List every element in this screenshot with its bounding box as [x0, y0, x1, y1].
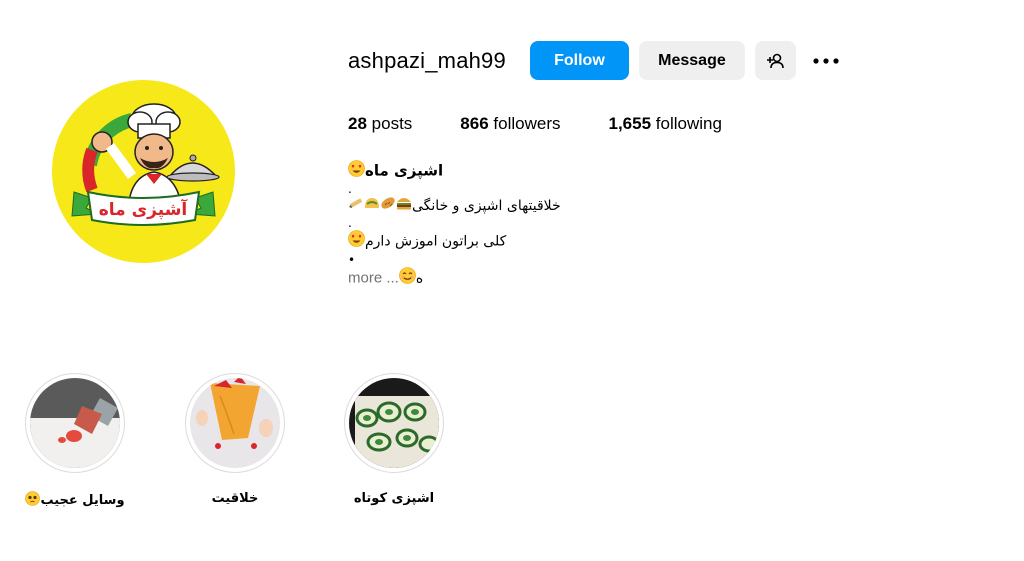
highlight-weird-tools[interactable]: وسایل عجیب	[25, 373, 125, 510]
bio-separator-3: •	[348, 253, 356, 267]
highlight-label: خلاقیت	[211, 491, 259, 506]
add-user-icon	[767, 53, 785, 68]
posts-count: 28	[348, 114, 367, 133]
bread-emoji-icon	[380, 196, 396, 216]
bio-line-2-text: کلی براتون اموزش دارم	[365, 233, 507, 250]
profile-avatar[interactable]: آشپزی ماه	[52, 80, 235, 263]
follow-button[interactable]: Follow	[529, 41, 629, 80]
more-options-button[interactable]	[812, 41, 840, 80]
taco-emoji-icon	[364, 196, 380, 216]
highlight-ring[interactable]	[185, 373, 285, 473]
profile-bio: اشپزی ماه . خلاقیتهای اشپزی و خانگی . کل…	[348, 160, 618, 290]
chef-logo-image: آشپزی ماه	[52, 80, 235, 263]
more-link[interactable]: ... more	[348, 270, 399, 287]
bio-name: اشپزی ماه	[365, 161, 444, 180]
heart-eyes-emoji-icon	[348, 160, 365, 182]
highlight-thumbnail	[30, 378, 120, 468]
bio-line-truncated: ه ... more	[348, 267, 618, 290]
following-stat[interactable]: 1,655 following	[609, 114, 722, 134]
heart-eyes-emoji-icon	[348, 230, 365, 253]
highlight-creativity[interactable]: خلاقیت	[185, 373, 285, 506]
bio-line-tutorials: کلی براتون اموزش دارم	[348, 230, 618, 253]
highlight-ring[interactable]	[25, 373, 125, 473]
bio-name-line: اشپزی ماه	[348, 160, 618, 182]
smiling-emoji-icon	[399, 267, 416, 290]
followers-stat[interactable]: 866 followers	[460, 114, 560, 134]
more-horizontal-icon	[813, 57, 839, 64]
highlight-short-cooking[interactable]: اشپزی کوتاه	[344, 373, 444, 506]
profile-header-row: ashpazi_mah99 Follow Message	[348, 41, 840, 80]
pleading-emoji-icon	[25, 491, 41, 510]
highlight-thumbnail	[190, 378, 280, 468]
highlight-thumbnail	[349, 378, 439, 468]
posts-stat: 28 posts	[348, 114, 412, 134]
highlight-ring[interactable]	[344, 373, 444, 473]
burger-emoji-icon	[396, 196, 412, 216]
bio-line-3-text: ه	[415, 270, 424, 287]
username[interactable]: ashpazi_mah99	[348, 48, 506, 74]
pencil-emoji-icon	[348, 196, 364, 216]
followers-count: 866	[460, 114, 489, 133]
bio-separator: .	[348, 182, 352, 196]
avatar-logo-text: آشپزی ماه	[99, 198, 189, 220]
profile-avatar-wrapper[interactable]: آشپزی ماه	[52, 80, 235, 263]
message-button[interactable]: Message	[638, 41, 745, 80]
highlight-label: وسایل عجیب	[40, 493, 125, 508]
bio-separator-2: .	[348, 216, 352, 230]
bio-line-creativity: خلاقیتهای اشپزی و خانگی	[348, 196, 618, 216]
following-count: 1,655	[608, 114, 652, 133]
highlight-label: اشپزی کوتاه	[353, 491, 435, 506]
suggest-users-button[interactable]	[754, 41, 796, 80]
posts-label: posts	[371, 114, 413, 133]
followers-label: followers	[493, 114, 561, 133]
highlight-label-row: وسایل عجیب	[25, 491, 125, 510]
bio-line-1-text: خلاقیتهای اشپزی و خانگی	[412, 198, 561, 214]
following-label: following	[655, 114, 722, 133]
profile-stats: 28 posts 866 followers 1,655 following	[348, 114, 770, 134]
